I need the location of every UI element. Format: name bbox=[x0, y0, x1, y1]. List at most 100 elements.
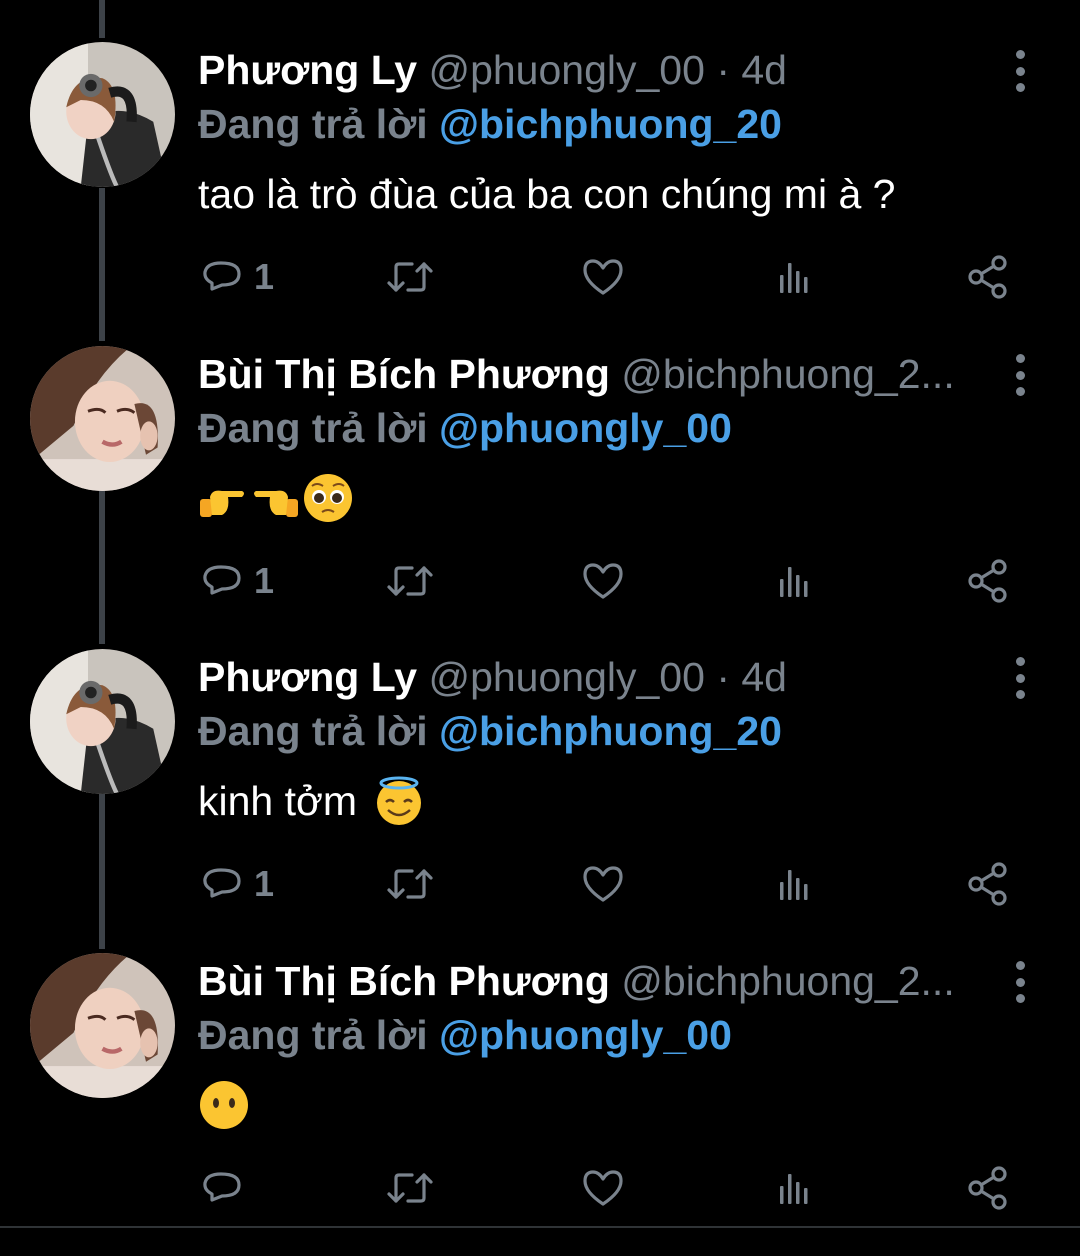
analytics-button[interactable] bbox=[773, 854, 817, 914]
pleading-face-emoji bbox=[302, 472, 354, 524]
avatar[interactable] bbox=[30, 649, 175, 794]
reply-button[interactable]: 1 bbox=[200, 854, 274, 914]
reply-count: 1 bbox=[254, 560, 275, 601]
tweet-body: tao là trò đùa của ba con chúng mi à ? bbox=[198, 166, 895, 222]
display-name[interactable]: Phương Ly bbox=[198, 654, 417, 700]
like-icon bbox=[580, 1166, 626, 1210]
more-options-icon[interactable] bbox=[1006, 961, 1034, 1003]
avatar[interactable] bbox=[30, 346, 175, 491]
like-icon bbox=[580, 255, 626, 299]
analytics-icon bbox=[773, 1166, 817, 1210]
like-button[interactable] bbox=[580, 551, 626, 611]
tweet-actions: 1 bbox=[0, 247, 1080, 307]
like-icon bbox=[580, 862, 626, 906]
reply-icon bbox=[200, 1166, 244, 1210]
mention-link[interactable]: @phuongly_00 bbox=[439, 1012, 732, 1058]
tweet-header: Bùi Thị Bích Phương @bichphuong_2... bbox=[198, 953, 970, 1009]
reply-count: 1 bbox=[254, 256, 275, 297]
share-button[interactable] bbox=[966, 247, 1012, 307]
display-name[interactable]: Bùi Thị Bích Phương bbox=[198, 351, 610, 397]
retweet-icon bbox=[385, 559, 435, 603]
retweet-icon bbox=[385, 1166, 435, 1210]
retweet-icon bbox=[385, 255, 435, 299]
like-button[interactable] bbox=[580, 1158, 626, 1218]
reply-count: 1 bbox=[254, 863, 275, 904]
halo-face-emoji bbox=[373, 775, 425, 827]
reply-icon bbox=[200, 559, 244, 603]
share-button[interactable] bbox=[966, 854, 1012, 914]
more-options-icon[interactable] bbox=[1006, 50, 1034, 92]
avatar[interactable] bbox=[30, 953, 175, 1098]
reply-icon bbox=[200, 255, 244, 299]
analytics-icon bbox=[773, 559, 817, 603]
analytics-button[interactable] bbox=[773, 247, 817, 307]
avatar[interactable] bbox=[30, 42, 175, 187]
display-name[interactable]: Bùi Thị Bích Phương bbox=[198, 958, 610, 1004]
tweet-actions: 1 bbox=[0, 551, 1080, 611]
replying-to: Đang trả lời @phuongly_00 bbox=[198, 1007, 732, 1063]
tweet-actions: 1 bbox=[0, 854, 1080, 914]
reply-button[interactable]: 1 bbox=[200, 247, 274, 307]
timestamp[interactable]: 4d bbox=[741, 47, 787, 93]
mention-link[interactable]: @bichphuong_20 bbox=[439, 708, 782, 754]
reply-button[interactable] bbox=[200, 1158, 254, 1218]
thread-line-1 bbox=[99, 0, 105, 38]
more-options-icon[interactable] bbox=[1006, 657, 1034, 699]
retweet-icon bbox=[385, 862, 435, 906]
reply-icon bbox=[200, 862, 244, 906]
replying-to-label: Đang trả lời bbox=[198, 1012, 428, 1058]
display-name[interactable]: Phương Ly bbox=[198, 47, 417, 93]
retweet-button[interactable] bbox=[385, 1158, 435, 1218]
like-icon bbox=[580, 559, 626, 603]
share-button[interactable] bbox=[966, 551, 1012, 611]
no-mouth-face-emoji bbox=[198, 1079, 250, 1131]
separator: · bbox=[716, 654, 730, 700]
replying-to-label: Đang trả lời bbox=[198, 708, 428, 754]
user-handle[interactable]: @bichphuong_2... bbox=[621, 351, 954, 397]
tweet[interactable]: Bùi Thị Bích Phương @bichphuong_2... Đan… bbox=[0, 953, 1080, 1256]
tweet-header: Phương Ly @phuongly_00 · 4d bbox=[198, 649, 970, 705]
pointing-left-emoji bbox=[250, 475, 300, 521]
user-handle[interactable]: @phuongly_00 bbox=[428, 654, 704, 700]
reply-button[interactable]: 1 bbox=[200, 551, 274, 611]
analytics-icon bbox=[773, 862, 817, 906]
divider bbox=[0, 1226, 1080, 1228]
replying-to: Đang trả lời @phuongly_00 bbox=[198, 400, 732, 456]
more-options-icon[interactable] bbox=[1006, 354, 1034, 396]
mention-link[interactable]: @bichphuong_20 bbox=[439, 101, 782, 147]
timestamp[interactable]: 4d bbox=[741, 654, 787, 700]
tweet[interactable]: Phương Ly @phuongly_00 · 4d Đang trả lời… bbox=[0, 649, 1080, 952]
replying-to-label: Đang trả lời bbox=[198, 101, 428, 147]
mention-link[interactable]: @phuongly_00 bbox=[439, 405, 732, 451]
user-handle[interactable]: @bichphuong_2... bbox=[621, 958, 954, 1004]
analytics-button[interactable] bbox=[773, 551, 817, 611]
replying-to-label: Đang trả lời bbox=[198, 405, 428, 451]
user-handle[interactable]: @phuongly_00 bbox=[428, 47, 704, 93]
tweet-text: tao là trò đùa của ba con chúng mi à ? bbox=[198, 171, 896, 217]
separator: · bbox=[716, 47, 730, 93]
analytics-icon bbox=[773, 255, 817, 299]
share-icon bbox=[966, 254, 1012, 300]
tweet-actions bbox=[0, 1158, 1080, 1218]
tweet[interactable]: Phương Ly @phuongly_00 · 4d Đang trả lời… bbox=[0, 42, 1080, 345]
tweet[interactable]: Bùi Thị Bích Phương @bichphuong_2... Đan… bbox=[0, 346, 1080, 649]
share-icon bbox=[966, 1165, 1012, 1211]
share-icon bbox=[966, 558, 1012, 604]
tweet-body bbox=[198, 1077, 250, 1133]
retweet-button[interactable] bbox=[385, 247, 435, 307]
share-icon bbox=[966, 861, 1012, 907]
replying-to: Đang trả lời @bichphuong_20 bbox=[198, 96, 782, 152]
tweet-body: kinh tởm bbox=[198, 773, 425, 829]
tweet-text: kinh tởm bbox=[198, 778, 358, 824]
tweet-body bbox=[198, 470, 354, 526]
replying-to: Đang trả lời @bichphuong_20 bbox=[198, 703, 782, 759]
share-button[interactable] bbox=[966, 1158, 1012, 1218]
pointing-right-emoji bbox=[198, 475, 248, 521]
tweet-header: Bùi Thị Bích Phương @bichphuong_2... bbox=[198, 346, 970, 402]
retweet-button[interactable] bbox=[385, 551, 435, 611]
like-button[interactable] bbox=[580, 854, 626, 914]
analytics-button[interactable] bbox=[773, 1158, 817, 1218]
retweet-button[interactable] bbox=[385, 854, 435, 914]
like-button[interactable] bbox=[580, 247, 626, 307]
tweet-header: Phương Ly @phuongly_00 · 4d bbox=[198, 42, 970, 98]
